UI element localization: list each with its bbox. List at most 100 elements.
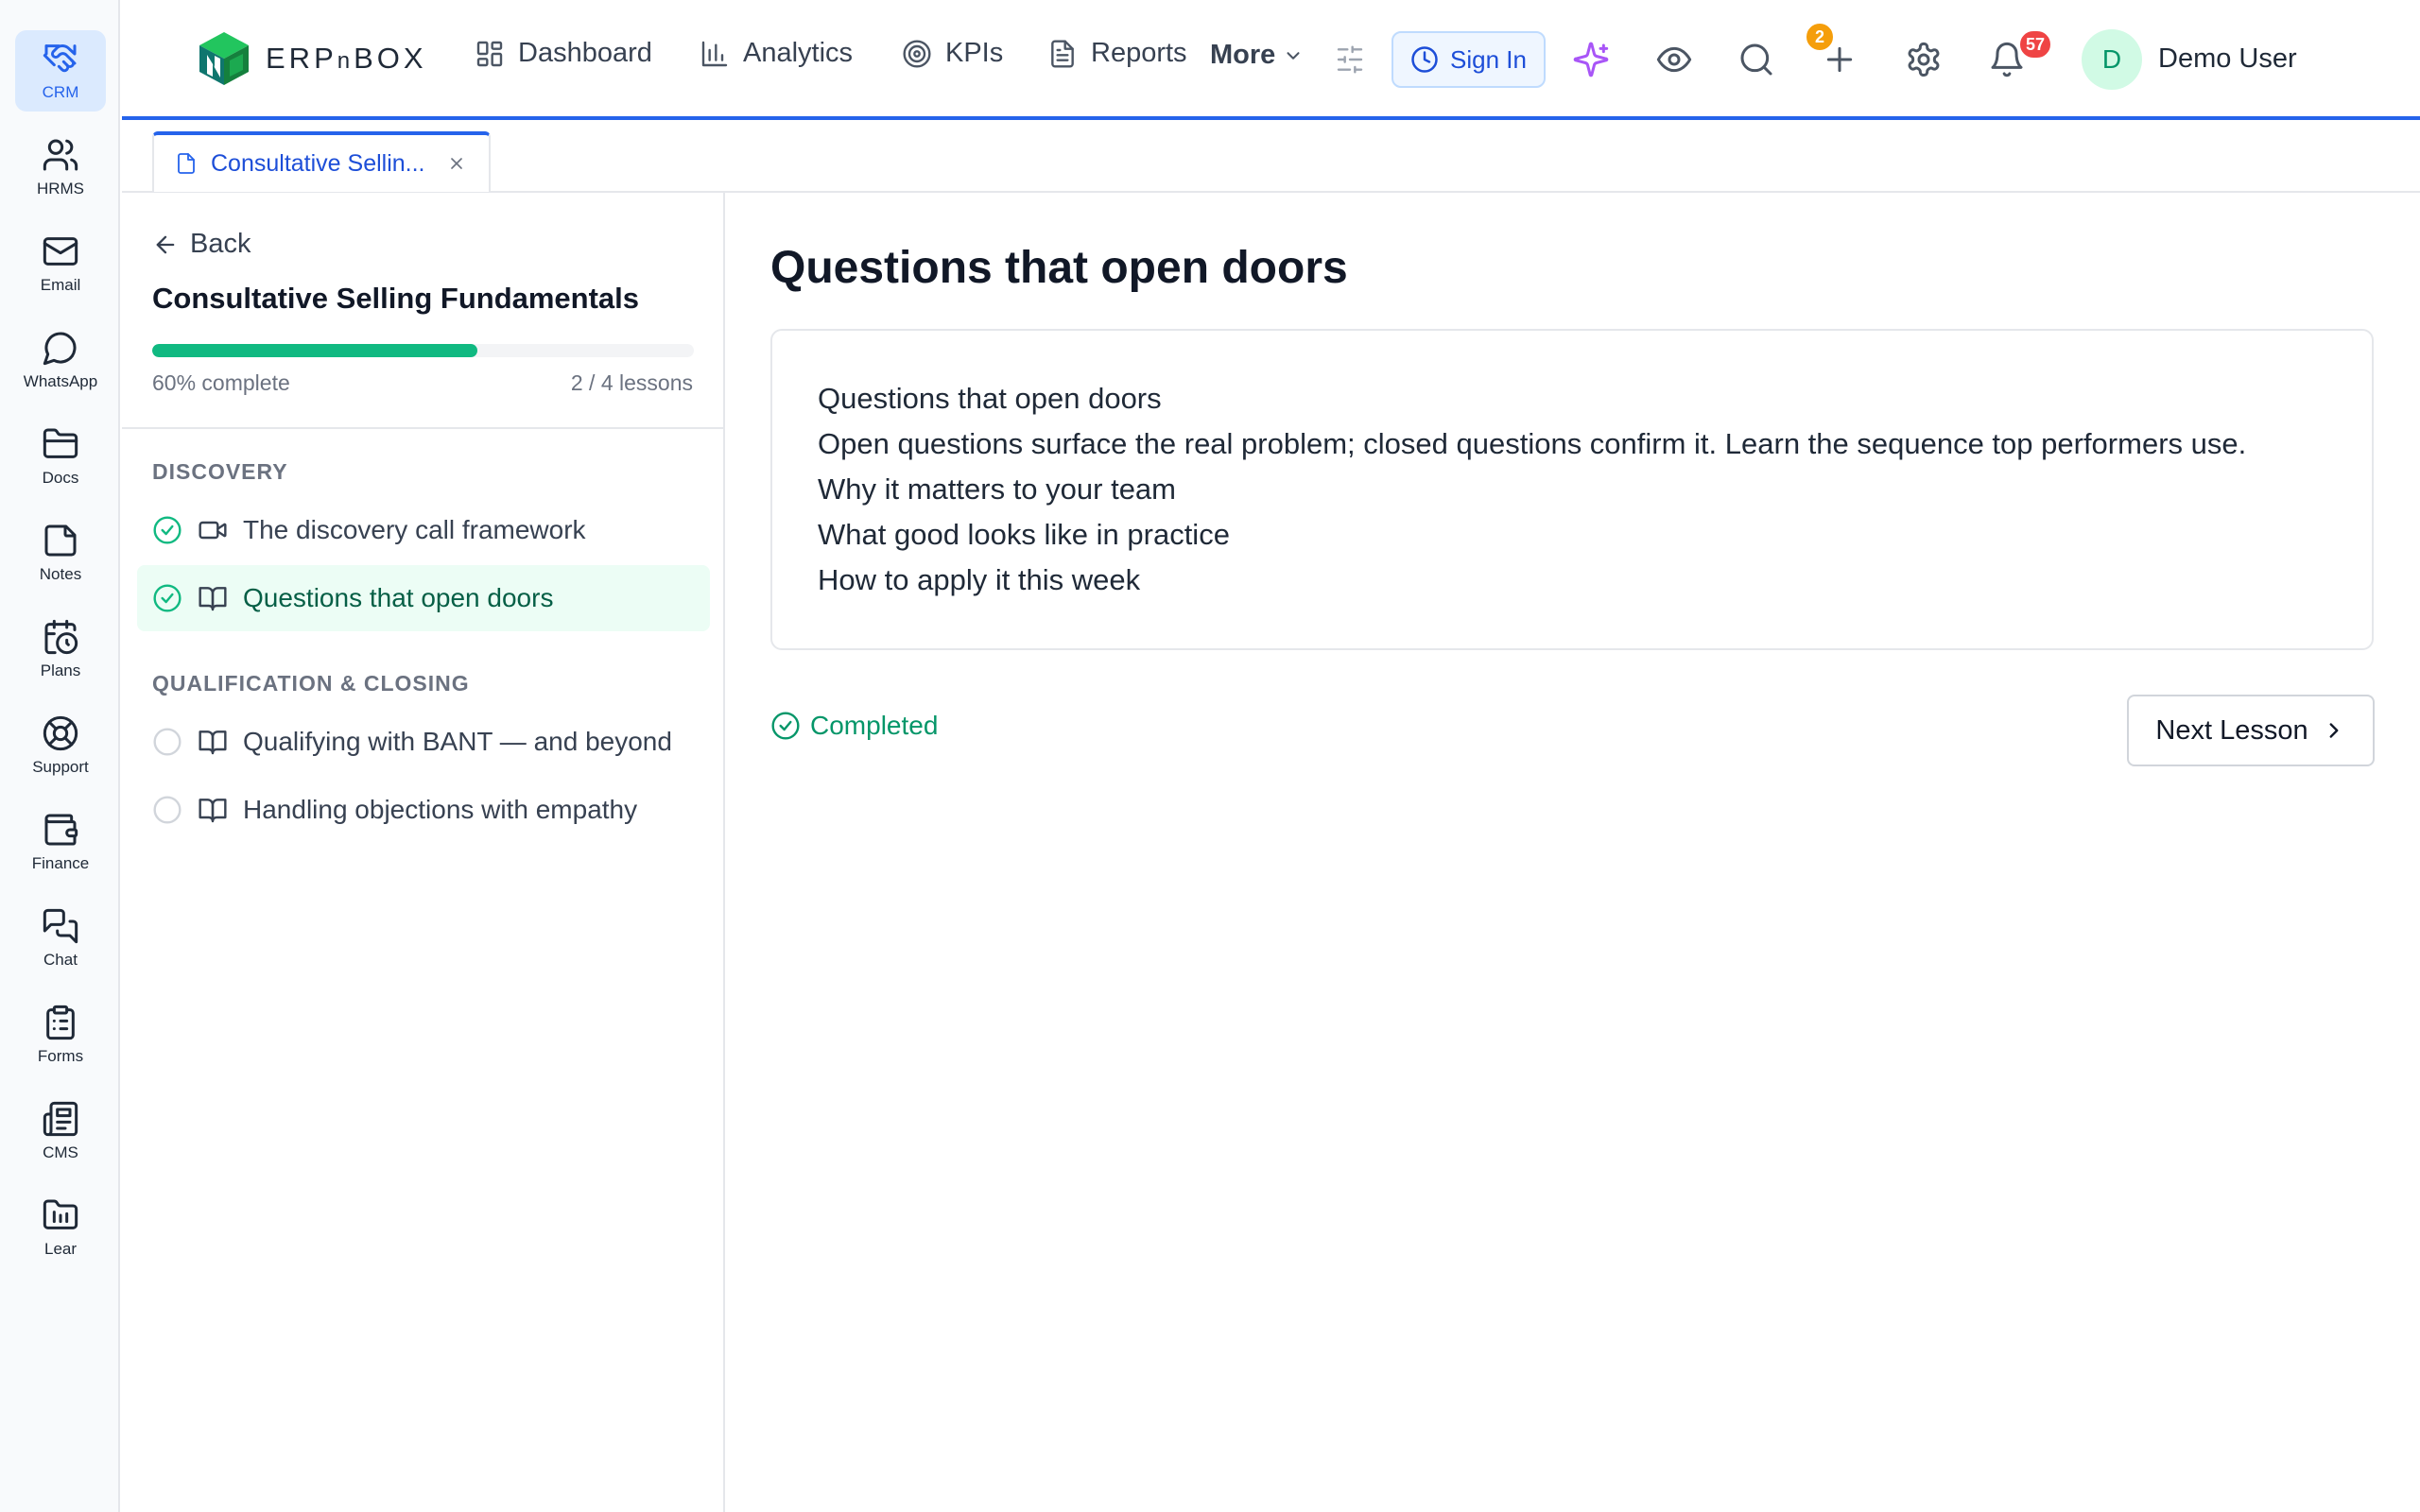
lessons-count: 2 / 4 lessons <box>570 370 693 395</box>
rail-item-email[interactable]: Email <box>15 223 106 304</box>
check-circle-icon <box>771 712 800 740</box>
nav-more[interactable]: More <box>1210 40 1304 71</box>
course-outline: Back Consultative Selling Fundamentals 6… <box>122 193 725 1512</box>
newspaper-icon <box>43 1101 78 1137</box>
clock-icon <box>1411 46 1438 73</box>
rail-label: Notes <box>39 565 82 583</box>
progress-percent: 60% complete <box>152 370 290 395</box>
nav-kpis[interactable]: KPIs <box>902 38 1003 69</box>
target-icon <box>903 39 931 68</box>
ai-sparkles-icon[interactable] <box>1572 41 1610 78</box>
arrow-left-icon <box>156 235 175 253</box>
gear-icon[interactable] <box>1905 41 1943 78</box>
lesson-content-card: Questions that open doors Open questions… <box>770 329 2374 650</box>
notification-count-badge: 57 <box>2018 29 2053 60</box>
sticky-note-icon <box>44 524 77 557</box>
lifebuoy-icon <box>43 715 78 751</box>
empty-circle-icon <box>153 796 182 824</box>
bar-chart-icon <box>701 41 728 66</box>
rail-label: Finance <box>31 854 90 872</box>
lesson-item[interactable]: The discovery call framework <box>137 497 710 563</box>
video-icon <box>199 521 227 540</box>
chevron-down-icon <box>1287 51 1300 60</box>
rail-item-whatsapp[interactable]: WhatsApp <box>15 319 106 401</box>
tab-strip: Consultative Sellin... <box>122 124 2420 193</box>
plus-icon[interactable] <box>1821 41 1858 78</box>
rail-item-crm[interactable]: CRM <box>15 30 106 112</box>
dashboard-grid-icon <box>476 41 503 66</box>
course-progress-bar <box>152 344 694 357</box>
rail-label: HRMS <box>36 180 85 198</box>
lesson-label: Questions that open doors <box>243 583 554 612</box>
rail-item-learn[interactable]: Lear <box>15 1187 106 1268</box>
rail-item-hrms[interactable]: HRMS <box>15 127 106 208</box>
nav-analytics[interactable]: Analytics <box>700 38 853 69</box>
rail-item-forms[interactable]: Forms <box>15 994 106 1075</box>
lesson-item[interactable]: Handling objections with empathy <box>137 777 710 843</box>
check-circle-icon <box>153 584 182 612</box>
nav-dashboard[interactable]: Dashboard <box>475 38 652 69</box>
top-header: ERPnBOX Dashboard Analytics KPIs Reports… <box>122 0 2420 120</box>
messages-icon <box>43 908 78 944</box>
rail-item-docs[interactable]: Docs <box>15 416 106 497</box>
wallet-icon <box>44 814 78 846</box>
rail-label: WhatsApp <box>23 372 98 390</box>
nav-analytics-label: Analytics <box>743 38 854 68</box>
back-button[interactable]: Back <box>152 229 251 260</box>
rail-item-notes[interactable]: Notes <box>15 512 106 593</box>
tab-consultative-selling[interactable]: Consultative Sellin... <box>152 131 491 192</box>
rail-label: Forms <box>37 1047 84 1065</box>
nav-reports[interactable]: Reports <box>1047 38 1187 69</box>
lesson-label: Qualifying with BANT — and beyond <box>243 727 672 756</box>
rail-item-support[interactable]: Support <box>15 705 106 786</box>
lesson-item[interactable]: Qualifying with BANT — and beyond <box>137 709 710 775</box>
sign-in-label: Sign In <box>1450 44 1527 74</box>
handshake-icon <box>43 44 77 73</box>
avatar[interactable]: D <box>2082 29 2142 90</box>
content-line: Questions that open doors <box>818 382 1162 415</box>
rail-item-chat[interactable]: Chat <box>15 898 106 979</box>
calendar-clock-icon <box>44 619 78 655</box>
section-title: DISCOVERY <box>152 459 288 484</box>
rail-label: CRM <box>42 83 79 101</box>
completed-label: Completed <box>810 711 939 740</box>
rail-label: Support <box>32 758 89 776</box>
book-folder-icon <box>43 1199 78 1229</box>
lesson-heading: Questions that open doors <box>770 243 1348 293</box>
lesson-content: Questions that open doors Questions that… <box>725 193 2420 1512</box>
eye-icon[interactable] <box>1655 41 1693 78</box>
rail-item-plans[interactable]: Plans <box>15 609 106 690</box>
course-progress-fill <box>152 344 477 357</box>
file-text-icon <box>1051 39 1074 68</box>
lesson-label: The discovery call framework <box>243 515 586 544</box>
book-open-icon <box>199 587 227 611</box>
rail-label: Email <box>40 276 81 294</box>
lesson-item-current[interactable]: Questions that open doors <box>137 565 710 631</box>
logo-text: ERPnBOX <box>266 42 427 75</box>
empty-circle-icon <box>153 728 182 756</box>
folder-icon <box>43 428 78 458</box>
sign-in-button[interactable]: Sign In <box>1392 31 1546 88</box>
next-lesson-button[interactable]: Next Lesson <box>2127 695 2375 766</box>
user-name[interactable]: Demo User <box>2158 43 2297 75</box>
content-line: What good looks like in practice <box>818 518 1230 551</box>
divider <box>122 427 723 429</box>
rail-item-cms[interactable]: CMS <box>15 1091 106 1172</box>
search-icon[interactable] <box>1737 41 1775 78</box>
back-label: Back <box>190 229 251 259</box>
book-open-icon <box>199 730 227 755</box>
nav-more-label: More <box>1210 40 1276 70</box>
rail-label: Lear <box>43 1240 78 1258</box>
clipboard-list-icon <box>46 1005 75 1040</box>
book-open-icon <box>199 799 227 823</box>
logo-cube-icon <box>199 32 249 85</box>
rail-label: Chat <box>43 951 78 969</box>
rail-item-finance[interactable]: Finance <box>15 801 106 883</box>
sliders-icon[interactable] <box>1335 44 1365 75</box>
close-icon[interactable] <box>447 154 466 173</box>
nav-reports-label: Reports <box>1091 38 1187 68</box>
mail-icon <box>43 237 78 266</box>
erpnbox-logo[interactable]: ERPnBOX <box>194 28 427 89</box>
nav-kpis-label: KPIs <box>945 38 1004 68</box>
next-lesson-label: Next Lesson <box>2155 714 2308 746</box>
